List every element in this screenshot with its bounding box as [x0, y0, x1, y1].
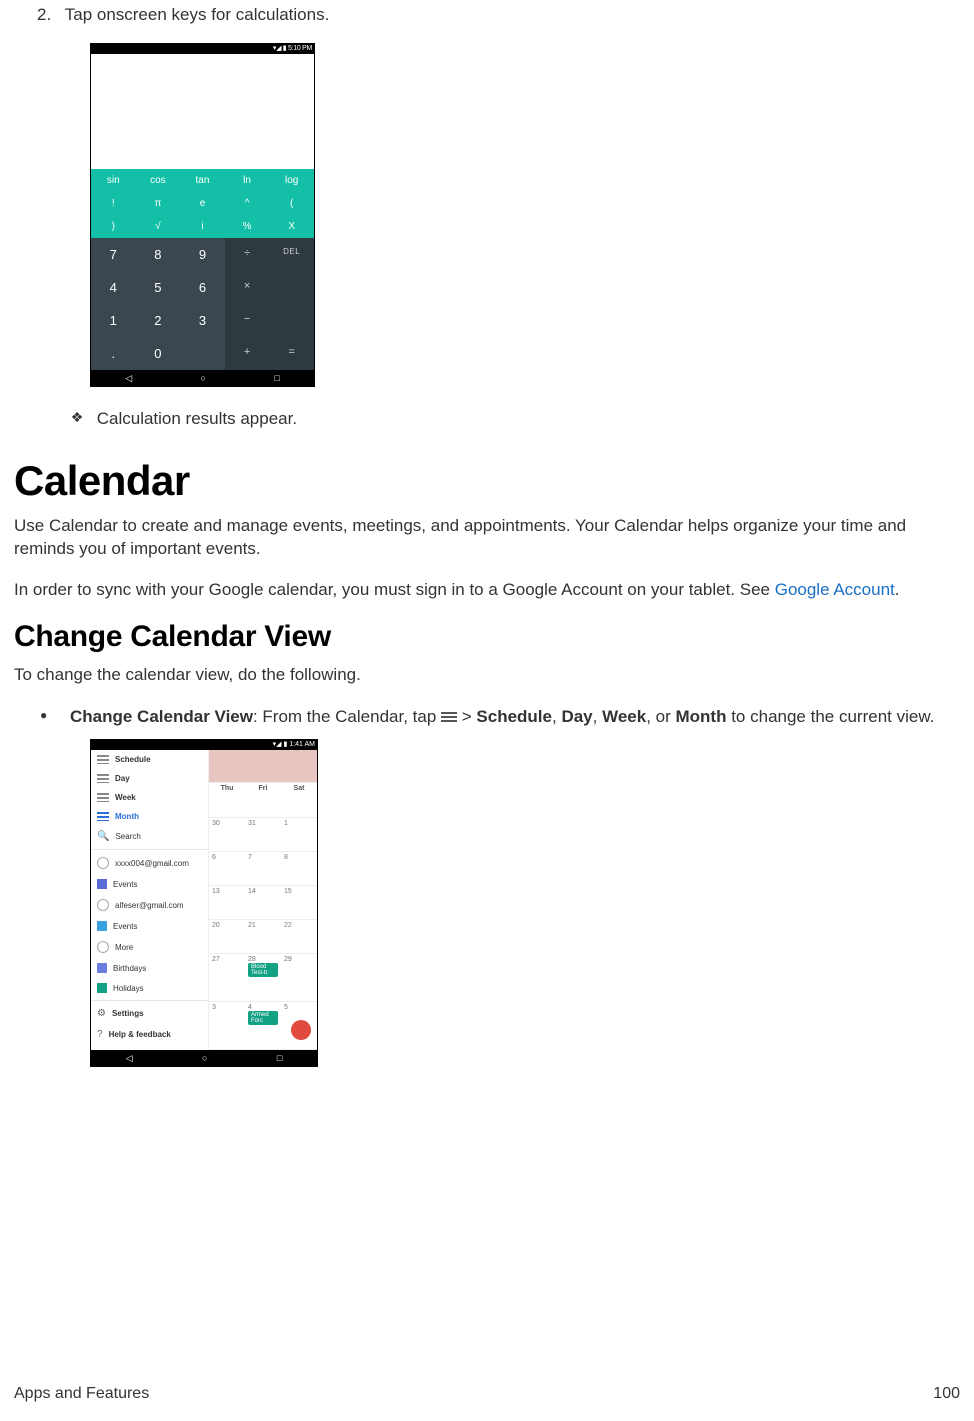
calculator-display [91, 54, 314, 169]
bullet-icon: ● [40, 705, 70, 730]
calendar-grid: ThuFriSat 30311 678 131415 202122 2728Bl… [209, 750, 317, 1050]
status-bar: ▾◢ ▮ 5:10 PM [91, 44, 314, 54]
search-icon: 🔍 [97, 831, 109, 842]
page-footer: Apps and Features 100 [14, 1385, 960, 1403]
footer-section: Apps and Features [14, 1385, 149, 1403]
heading-change-view: Change Calendar View [14, 620, 960, 654]
change-view-intro: To change the calendar view, do the foll… [14, 664, 960, 687]
calendar-intro: Use Calendar to create and manage events… [14, 515, 960, 561]
calendar-screenshot: ▾◢ ▮ 1:41 AM Schedule Day Week Month 🔍Se… [90, 739, 318, 1067]
android-navbar: ◁○□ [91, 370, 314, 386]
step-text: Tap onscreen keys for calculations. [65, 5, 330, 25]
calendar-sync-note: In order to sync with your Google calend… [14, 579, 960, 602]
operator-pad: ÷DEL × − += [225, 238, 314, 370]
avatar-icon [97, 857, 109, 869]
result-note: ❖ Calculation results appear. [62, 409, 960, 429]
footer-page-number: 100 [933, 1385, 960, 1403]
google-account-link[interactable]: Google Account [775, 580, 895, 599]
diamond-bullet-icon: ❖ [62, 409, 92, 426]
calendar-drawer: Schedule Day Week Month 🔍Search xxxx004@… [91, 750, 209, 1050]
android-navbar: ◁○□ [91, 1050, 317, 1066]
number-pad: 789 456 123 .0 [91, 238, 225, 370]
step-row: 2. Tap onscreen keys for calculations. [14, 5, 960, 25]
more-icon [97, 941, 109, 953]
gear-icon: ⚙ [97, 1008, 106, 1019]
heading-calendar: Calendar [14, 457, 960, 505]
status-bar: ▾◢ ▮ 1:41 AM [91, 740, 317, 750]
step-number: 2. [14, 5, 60, 25]
calculator-screenshot: ▾◢ ▮ 5:10 PM sincos tanln log !π e^ ( )√… [90, 43, 315, 387]
avatar-icon [97, 899, 109, 911]
help-icon: ? [97, 1029, 103, 1040]
result-note-text: Calculation results appear. [97, 409, 297, 428]
scientific-keys: sincos tanln log !π e^ ( )√ i% X [91, 169, 314, 238]
change-view-bullet: ● Change Calendar View: From the Calenda… [40, 705, 960, 730]
hamburger-menu-icon [441, 710, 457, 724]
